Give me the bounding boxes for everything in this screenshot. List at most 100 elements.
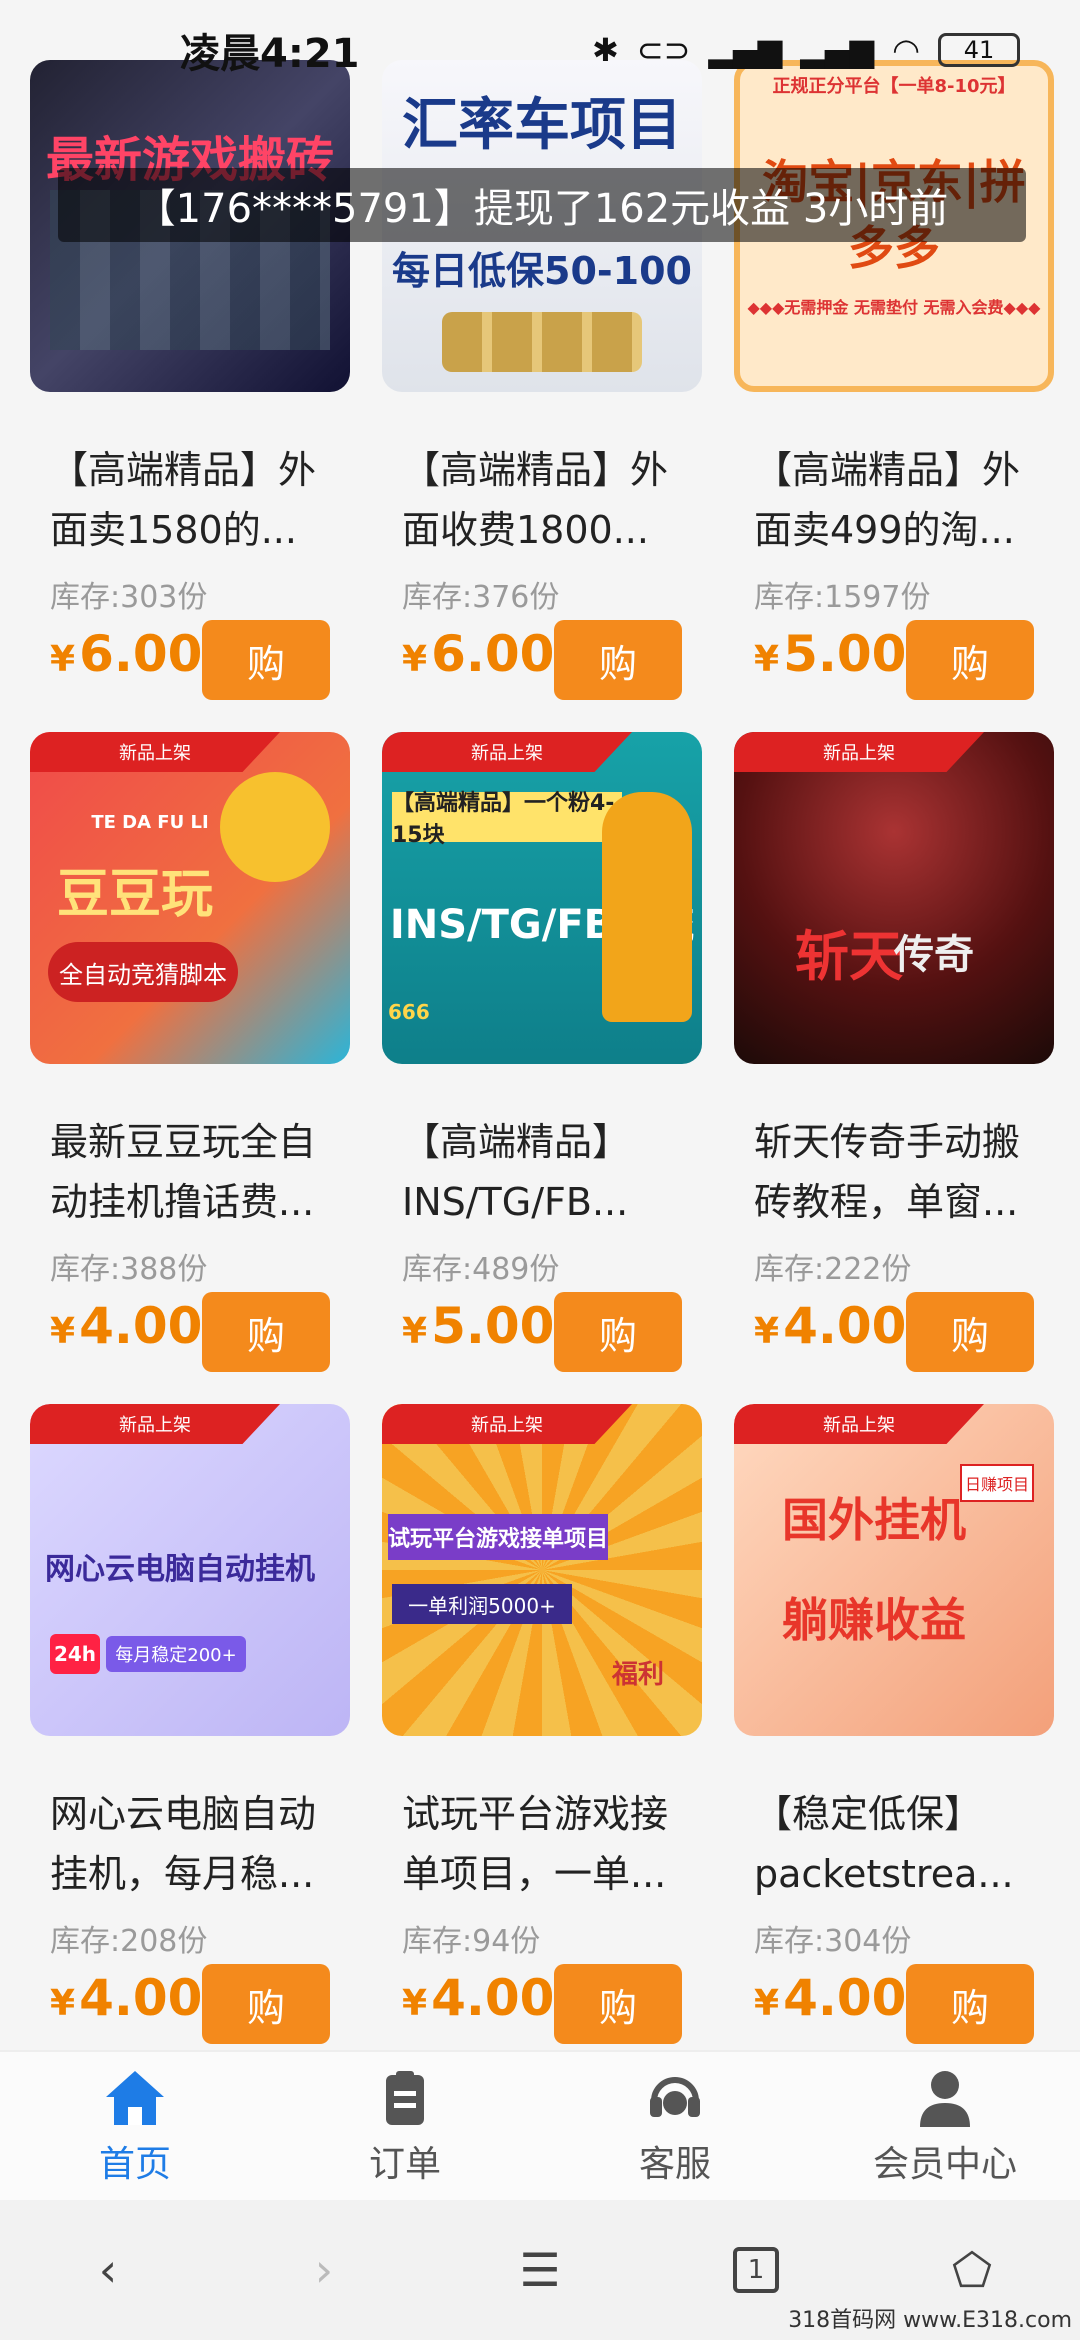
product-image[interactable]: 新品上架 【高端精品】一个粉4-15块 INS/TG/FB引流 666 <box>382 732 702 1064</box>
product-image[interactable]: 新品上架 试玩平台游戏接单项目 一单利润5000+ 福利 <box>382 1404 702 1736</box>
product-card[interactable]: 新品上架 斩天 传奇 斩天传奇手动搬砖教程，单窗... 库存:222份 ¥4.0… <box>734 732 1080 1392</box>
buy-button[interactable]: 购 <box>202 620 330 700</box>
battery-level: 41 <box>963 36 995 64</box>
product-price: ¥6.00 <box>402 625 555 683</box>
new-badge: 新品上架 <box>30 1404 280 1444</box>
new-badge: 新品上架 <box>734 1404 984 1444</box>
product-stock: 库存:1597份 <box>754 580 931 615</box>
product-stock: 库存:208份 <box>50 1924 208 1959</box>
forward-button[interactable]: › <box>269 2215 379 2325</box>
tab-label: 客服 <box>638 2144 711 2185</box>
back-button[interactable]: ‹ <box>53 2215 163 2325</box>
status-icons: ✱ ⊂⊃ ▂▄▆ ▂▄▆ ◠ 41 <box>592 31 1020 69</box>
product-title[interactable]: 【高端精品】外面收费1800... <box>402 440 702 560</box>
status-bar: 凌晨4:21 ✱ ⊂⊃ ▂▄▆ ▂▄▆ ◠ 41 <box>0 0 1080 100</box>
product-card[interactable]: 新品上架 网心云电脑自动挂机 24h 每月稳定200+ 网心云电脑自动挂机，每月… <box>30 1404 382 2050</box>
tab-label: 订单 <box>368 2144 441 2185</box>
product-title[interactable]: 试玩平台游戏接单项目，一单... <box>402 1784 702 1904</box>
bottom-tab-bar: 首页 订单 客服 会员中心 <box>0 2050 1080 2202</box>
product-price: ¥4.00 <box>50 1969 203 2027</box>
buy-button[interactable]: 购 <box>202 1292 330 1372</box>
home-outline-icon: ⬠ <box>952 2243 992 2297</box>
product-image[interactable]: 新品上架 TE DA FU LI 豆豆玩 全自动竞猜脚本 <box>30 732 350 1064</box>
thumb-caption: 一单利润5000+ <box>392 1584 572 1624</box>
thumb-caption: 全自动竞猜脚本 <box>48 942 238 1002</box>
product-image[interactable]: 新品上架 国外挂机 躺赚收益 日赚项目 <box>734 1404 1054 1736</box>
product-stock: 库存:222份 <box>754 1252 912 1287</box>
headset-icon <box>650 2077 700 2117</box>
watermark: 318首码网 www.E318.com <box>788 2308 1072 2333</box>
product-grid: 最新游戏搬砖 【高端精品】外面卖1580的... 库存:303份 ¥6.00 购… <box>0 60 1080 2050</box>
product-stock: 库存:94份 <box>402 1924 541 1959</box>
thumb-caption: 每日低保50-100 <box>392 249 692 293</box>
thumb-caption: 福利 <box>612 1660 665 1690</box>
product-price: ¥5.00 <box>402 1297 555 1355</box>
thumb-caption: 试玩平台游戏接单项目 <box>388 1514 608 1560</box>
signal-icon: ▂▄▆ <box>708 31 783 69</box>
thumb-caption: 网心云电脑自动挂机 <box>45 1552 315 1587</box>
coin-graphic <box>220 772 330 882</box>
product-price: ¥4.00 <box>402 1969 555 2027</box>
buy-button[interactable]: 购 <box>554 1964 682 2044</box>
clipboard-icon <box>386 2071 424 2125</box>
product-title[interactable]: 网心云电脑自动挂机，每月稳... <box>50 1784 350 1904</box>
battery-icon: 41 <box>938 33 1020 67</box>
tab-count: 1 <box>747 2255 765 2285</box>
buy-button[interactable]: 购 <box>202 1964 330 2044</box>
product-card[interactable]: 新品上架 【高端精品】一个粉4-15块 INS/TG/FB引流 666 【高端精… <box>382 732 734 1392</box>
product-card[interactable]: 新品上架 TE DA FU LI 豆豆玩 全自动竞猜脚本 最新豆豆玩全自动挂机撸… <box>30 732 382 1392</box>
product-stock: 库存:388份 <box>50 1252 208 1287</box>
thumb-caption: 【高端精品】一个粉4-15块 <box>392 791 622 848</box>
chevron-left-icon: ‹ <box>98 2243 118 2297</box>
thumb-caption: 666 <box>388 1000 430 1024</box>
new-badge: 新品上架 <box>382 1404 632 1444</box>
home-icon <box>106 2071 164 2125</box>
product-price: ¥4.00 <box>754 1297 907 1355</box>
new-badge: 新品上架 <box>734 732 984 772</box>
buy-button[interactable]: 购 <box>906 1964 1034 2044</box>
product-title[interactable]: 斩天传奇手动搬砖教程，单窗... <box>754 1112 1054 1232</box>
product-title[interactable]: 【高端精品】INS/TG/FB... <box>402 1112 702 1232</box>
product-card[interactable]: 新品上架 试玩平台游戏接单项目 一单利润5000+ 福利 试玩平台游戏接单项目，… <box>382 1404 734 2050</box>
product-card[interactable]: 正规正分平台【一单8-10元】 淘宝|京东|拼多多 ◆◆◆无需押金 无需垫付 无… <box>734 60 1080 720</box>
product-title[interactable]: 【高端精品】外面卖499的淘... <box>754 440 1054 560</box>
tabs-icon: 1 <box>733 2247 779 2293</box>
buy-button[interactable]: 购 <box>906 620 1034 700</box>
new-badge: 新品上架 <box>30 732 280 772</box>
product-card[interactable]: 新品上架 国外挂机 躺赚收益 日赚项目 【稳定低保】packetstrea...… <box>734 1404 1080 2050</box>
tab-home[interactable]: 首页 <box>0 2052 270 2202</box>
buy-button[interactable]: 购 <box>906 1292 1034 1372</box>
product-stock: 库存:376份 <box>402 580 560 615</box>
tab-orders[interactable]: 订单 <box>270 2052 540 2202</box>
product-stock: 库存:489份 <box>402 1252 560 1287</box>
product-card[interactable]: 最新游戏搬砖 【高端精品】外面卖1580的... 库存:303份 ¥6.00 购 <box>30 60 382 720</box>
thumb-caption: 日赚项目 <box>960 1464 1034 1502</box>
nfc-icon: ⊂⊃ <box>636 31 691 69</box>
product-title[interactable]: 【高端精品】外面卖1580的... <box>50 440 350 560</box>
new-badge: 新品上架 <box>382 732 632 772</box>
status-time: 凌晨4:21 <box>180 31 360 77</box>
coins-graphic <box>442 312 642 372</box>
chevron-right-icon: › <box>314 2243 334 2297</box>
tab-label: 会员中心 <box>872 2144 1017 2185</box>
product-image[interactable]: 新品上架 网心云电脑自动挂机 24h 每月稳定200+ <box>30 1404 350 1736</box>
buy-button[interactable]: 购 <box>554 620 682 700</box>
product-image[interactable]: 新品上架 斩天 传奇 <box>734 732 1054 1064</box>
tab-customer-service[interactable]: 客服 <box>540 2052 810 2202</box>
thumb-caption: 每月稳定200+ <box>106 1636 246 1672</box>
product-price: ¥5.00 <box>754 625 907 683</box>
menu-button[interactable]: ☰ <box>485 2215 595 2325</box>
thumb-caption: 躺赚收益 <box>782 1593 966 1647</box>
product-stock: 库存:303份 <box>50 580 208 615</box>
tab-label: 首页 <box>98 2144 171 2185</box>
product-card[interactable]: 汇率车项目 每日低保50-100 【高端精品】外面收费1800... 库存:37… <box>382 60 734 720</box>
tab-member-center[interactable]: 会员中心 <box>810 2052 1080 2202</box>
product-title[interactable]: 最新豆豆玩全自动挂机撸话费... <box>50 1112 350 1232</box>
product-price: ¥4.00 <box>50 1297 203 1355</box>
product-price: ¥6.00 <box>50 625 203 683</box>
product-title[interactable]: 【稳定低保】packetstrea... <box>754 1784 1054 1904</box>
character-graphic <box>602 792 692 1022</box>
signal-icon-2: ▂▄▆ <box>800 31 875 69</box>
bluetooth-icon: ✱ <box>591 31 619 69</box>
buy-button[interactable]: 购 <box>554 1292 682 1372</box>
